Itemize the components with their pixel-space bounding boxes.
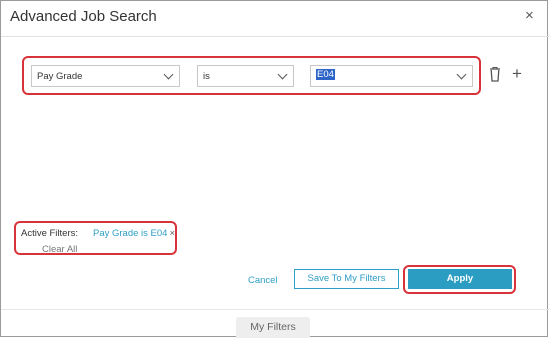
clear-all-link[interactable]: Clear All bbox=[42, 244, 77, 255]
title-divider bbox=[1, 36, 549, 37]
selected-value-text: E04 bbox=[316, 69, 335, 80]
my-filters-tab[interactable]: My Filters bbox=[236, 317, 310, 338]
bottom-divider bbox=[1, 309, 549, 310]
operator-select[interactable]: is bbox=[197, 65, 294, 87]
apply-button[interactable]: Apply bbox=[408, 269, 512, 289]
save-to-my-filters-button[interactable]: Save To My Filters bbox=[294, 269, 399, 289]
remove-filter-icon[interactable]: × bbox=[169, 228, 175, 239]
trash-icon[interactable] bbox=[488, 66, 502, 82]
value-select-value: E04 bbox=[316, 69, 335, 80]
cancel-button[interactable]: Cancel bbox=[248, 275, 278, 286]
advanced-job-search-dialog: Advanced Job Search × Pay Grade is E04 +… bbox=[0, 0, 549, 338]
chevron-down-icon bbox=[456, 69, 467, 80]
operator-select-value: is bbox=[203, 71, 210, 82]
value-select[interactable]: E04 bbox=[310, 65, 473, 87]
chevron-down-icon bbox=[277, 69, 288, 80]
active-filter-chip[interactable]: Pay Grade is E04 × bbox=[93, 228, 175, 239]
dialog-title: Advanced Job Search bbox=[10, 8, 157, 25]
close-icon[interactable]: × bbox=[525, 8, 534, 23]
chevron-down-icon bbox=[163, 69, 174, 80]
active-filters-label: Active Filters: bbox=[21, 228, 79, 239]
plus-icon[interactable]: + bbox=[512, 65, 522, 82]
filter-chip-text: Pay Grade is E04 bbox=[93, 228, 168, 239]
field-select-value: Pay Grade bbox=[37, 71, 83, 82]
field-select[interactable]: Pay Grade bbox=[31, 65, 180, 87]
